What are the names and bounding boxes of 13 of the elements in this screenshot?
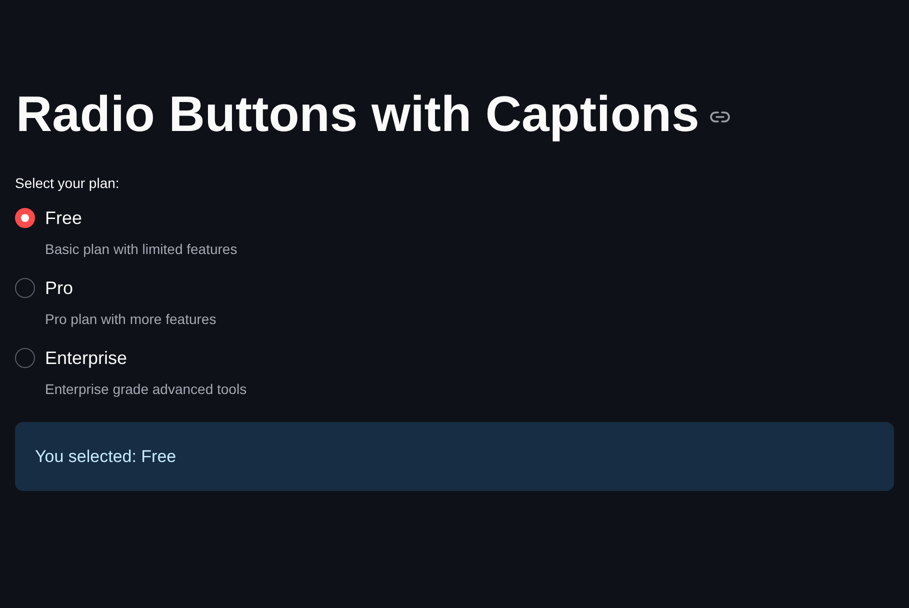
option-label[interactable]: Enterprise: [45, 346, 128, 370]
link-icon[interactable]: [710, 111, 730, 123]
option-caption: Basic plan with limited features: [45, 240, 238, 259]
radio-button[interactable]: [15, 348, 35, 368]
info-message: You selected: Free: [15, 422, 894, 491]
option-caption: Pro plan with more features: [45, 310, 218, 329]
option-label[interactable]: Free: [45, 206, 82, 230]
radio-button[interactable]: [15, 278, 35, 298]
option-caption: Enterprise grade advanced tools: [45, 380, 248, 399]
option-label[interactable]: Pro: [45, 276, 74, 300]
radio-group-label: Select your plan:: [15, 174, 120, 193]
radio-button[interactable]: [15, 208, 35, 228]
page-title: Radio Buttons with Captions: [16, 86, 700, 142]
